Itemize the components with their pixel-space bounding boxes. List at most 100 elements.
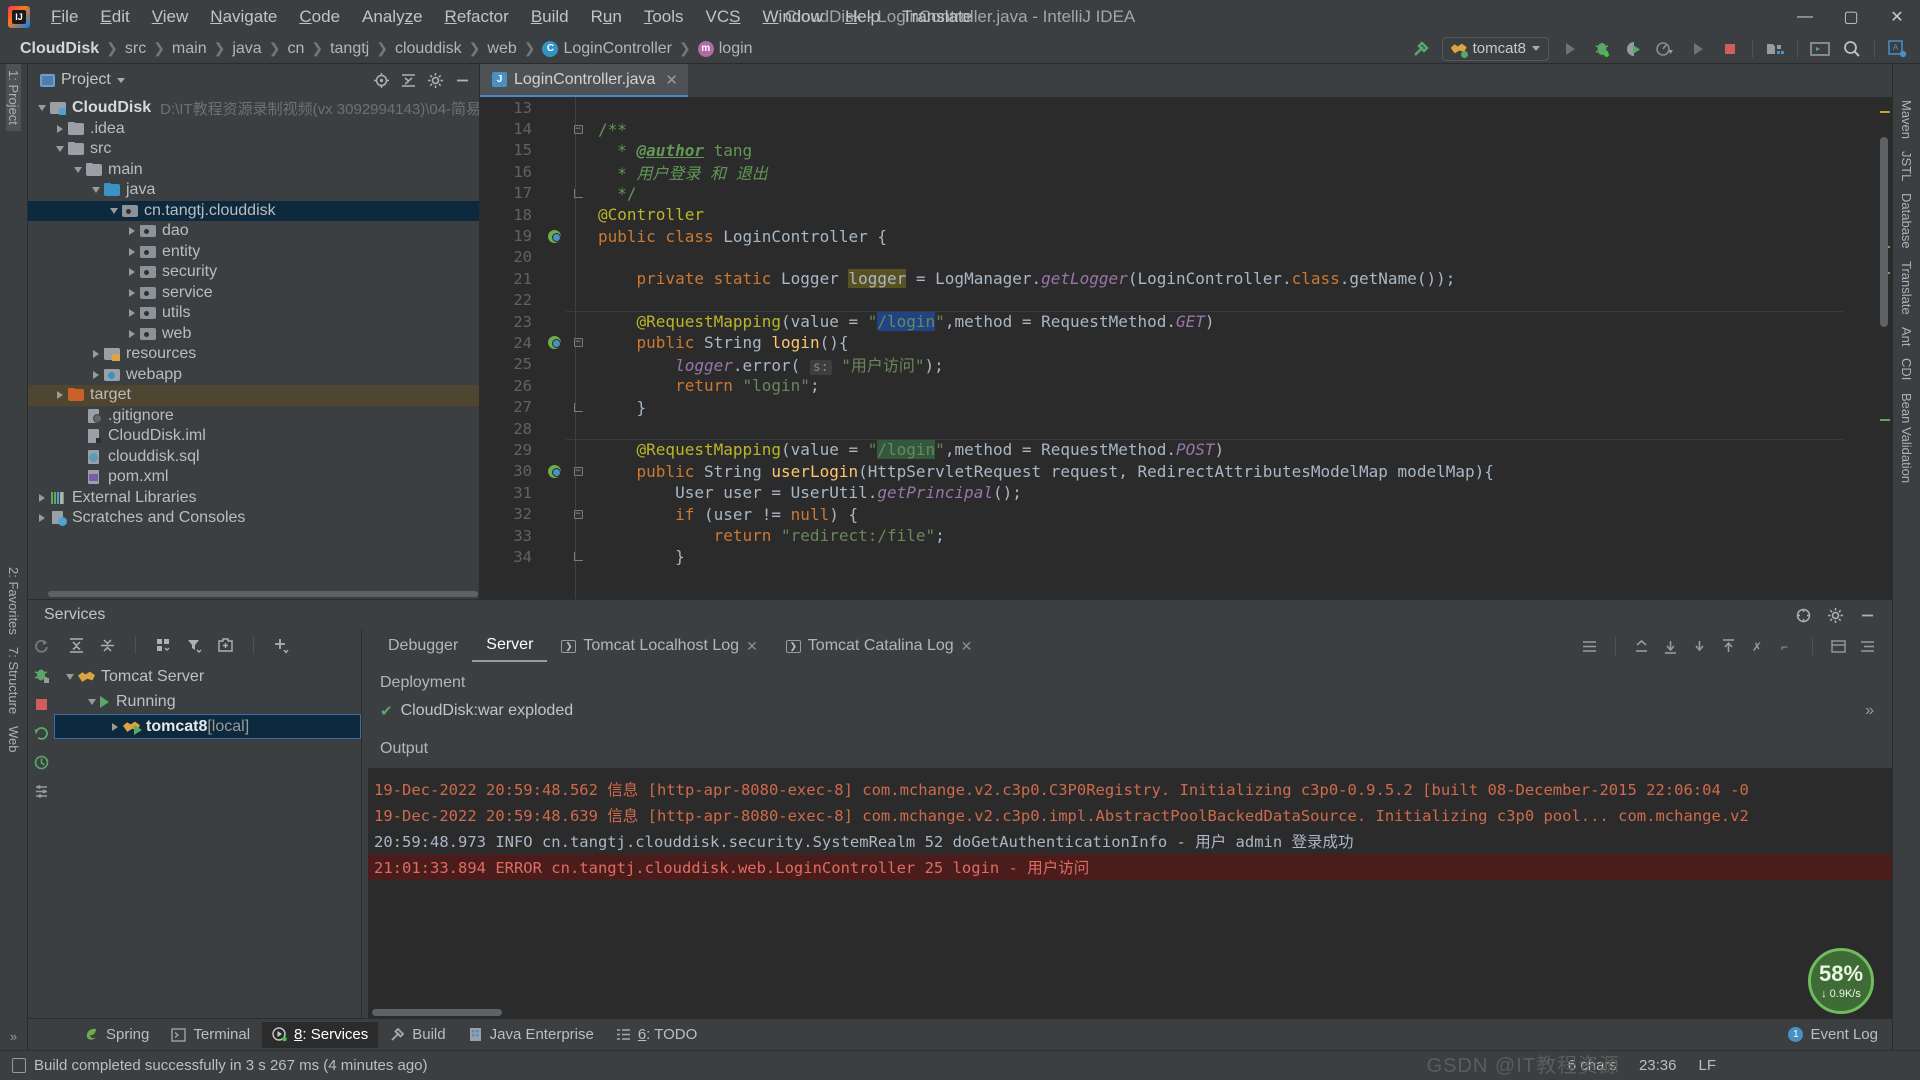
breadcrumb-item-clouddisk[interactable]: clouddisk — [395, 40, 462, 58]
scroll-down-icon[interactable] — [1662, 638, 1679, 655]
close-icon[interactable]: ✕ — [961, 638, 973, 655]
chevron-down-icon[interactable] — [84, 694, 100, 710]
code-fold-icon[interactable]: − — [566, 509, 590, 519]
tree-node-service[interactable]: service — [28, 283, 479, 304]
event-log-group[interactable]: 1 Event Log — [1788, 1026, 1892, 1043]
services-tab-tomcat-catalina-log[interactable]: ❯ Tomcat Catalina Log ✕ — [772, 630, 987, 662]
group-icon[interactable] — [155, 637, 172, 654]
project-hscrollbar[interactable] — [28, 589, 479, 599]
tree-node-utils[interactable]: utils — [28, 303, 479, 324]
menu-item-help[interactable]: Help — [834, 4, 891, 30]
status-line-ending[interactable]: LF — [1698, 1057, 1716, 1074]
code-line-33[interactable]: 33 return "redirect:/file"; — [480, 525, 1868, 546]
chevron-right-icon[interactable] — [52, 121, 68, 137]
clear-icon[interactable]: ⌐ — [1778, 638, 1795, 655]
scroll-to-top-icon[interactable] — [1720, 638, 1737, 655]
close-button[interactable]: ✕ — [1874, 0, 1920, 34]
menu-item-file[interactable]: File — [40, 4, 89, 30]
menu-icon[interactable] — [1581, 639, 1598, 654]
hide-panel-icon[interactable] — [1856, 604, 1878, 626]
search-everywhere-icon[interactable] — [1837, 36, 1867, 62]
breadcrumb-item-tangtj[interactable]: tangtj — [330, 40, 369, 58]
rail-item-web[interactable]: Web — [6, 720, 21, 759]
tree-node-external-libraries[interactable]: External Libraries — [28, 488, 479, 509]
chevron-right-icon[interactable] — [88, 346, 104, 362]
services-tree[interactable]: Tomcat Server Running tomcat8 [local] — [54, 660, 361, 1018]
tree-node-src[interactable]: src — [28, 139, 479, 160]
expand-all-icon[interactable] — [68, 637, 85, 654]
code-line-21[interactable]: 21 private static Logger logger = LogMan… — [480, 268, 1868, 289]
settings-icon[interactable] — [33, 783, 50, 800]
rail-item-jstl[interactable]: JSTL — [1899, 145, 1914, 187]
menu-item-code[interactable]: Code — [288, 4, 351, 30]
warning-marker[interactable] — [1880, 111, 1890, 113]
table-icon[interactable] — [1830, 639, 1847, 654]
spring-bean-gutter-icon[interactable] — [542, 464, 566, 478]
tree-node-target[interactable]: target — [28, 385, 479, 406]
chevron-right-icon[interactable] — [124, 285, 140, 301]
tree-node-webapp[interactable]: webapp — [28, 365, 479, 386]
chevron-right-icon[interactable] — [88, 367, 104, 383]
tree-node--gitignore[interactable]: .gitignore — [28, 406, 479, 427]
tool-window-terminal[interactable]: Terminal — [161, 1022, 260, 1048]
restart-icon[interactable] — [33, 725, 50, 742]
menu-item-run[interactable]: Run — [580, 4, 633, 30]
code-line-28[interactable]: 28 — [480, 418, 1868, 439]
hide-panel-icon[interactable] — [451, 69, 473, 91]
chevron-down-icon[interactable] — [62, 669, 78, 685]
tool-window-8--services[interactable]: 8: Services — [262, 1021, 379, 1048]
hammer-icon[interactable] — [1406, 36, 1436, 62]
console-output[interactable]: 19-Dec-2022 20:59:48.562 信息 [http-apr-80… — [362, 768, 1892, 1018]
tree-node-resources[interactable]: resources — [28, 344, 479, 365]
tree-node-security[interactable]: security — [28, 262, 479, 283]
breadcrumb-item-main[interactable]: main — [172, 40, 207, 58]
code-line-16[interactable]: 16 * 用户登录 和 退出 — [480, 161, 1868, 183]
service-node-tomcat-server[interactable]: Tomcat Server — [54, 664, 361, 689]
breadcrumb-item-clouddisk[interactable]: CloudDisk — [20, 40, 99, 58]
code-line-34[interactable]: 34 } — [480, 546, 1868, 567]
tree-node-java[interactable]: java — [28, 180, 479, 201]
tree-node-dao[interactable]: dao — [28, 221, 479, 242]
profile-icon[interactable] — [1651, 36, 1681, 62]
menu-item-window[interactable]: Window — [752, 4, 834, 30]
code-line-27[interactable]: 27 } — [480, 396, 1868, 417]
tool-window-spring[interactable]: Spring — [74, 1022, 159, 1048]
rail-item-cdi[interactable]: CDI — [1899, 352, 1914, 386]
editor-tab-logincontroller[interactable]: LoginController.java ✕ — [480, 64, 688, 97]
breadcrumb-item-cn[interactable]: cn — [287, 40, 304, 58]
console-line-3[interactable]: 20:59:48.973 INFO cn.tangtj.clouddisk.se… — [362, 828, 1892, 854]
rail-item-project[interactable]: 1: Project — [6, 64, 21, 131]
menu-item-refactor[interactable]: Refactor — [434, 4, 520, 30]
rail-item-translate[interactable]: Translate — [1899, 255, 1914, 321]
collapse-all-icon[interactable] — [397, 69, 419, 91]
rerun-icon[interactable] — [33, 638, 50, 655]
tree-node-main[interactable]: main — [28, 160, 479, 181]
code-line-31[interactable]: 31 User user = UserUtil.getPrincipal(); — [480, 482, 1868, 503]
translate-icon[interactable]: A — [1882, 36, 1912, 62]
code-area[interactable]: 13 14−/** 15 * @author tang 16 * 用户登录 和 退出 1… — [480, 97, 1892, 599]
chevron-down-icon[interactable] — [34, 100, 50, 116]
code-fold-icon[interactable] — [566, 552, 590, 562]
tool-window-java-enterprise[interactable]: Java Enterprise — [458, 1022, 604, 1048]
code-fold-icon[interactable] — [566, 188, 590, 198]
run-configuration-selector[interactable]: tomcat8 — [1441, 36, 1549, 61]
debug-icon[interactable] — [1587, 36, 1617, 62]
terminal-icon[interactable] — [1805, 36, 1835, 62]
scroll-up-icon[interactable] — [1633, 638, 1650, 655]
service-node-running[interactable]: Running — [54, 689, 361, 714]
stop-icon[interactable] — [33, 696, 50, 713]
code-line-20[interactable]: 20 — [480, 247, 1868, 268]
breadcrumb-item-java[interactable]: java — [232, 40, 261, 58]
menu-item-build[interactable]: Build — [520, 4, 580, 30]
menu-item-tools[interactable]: Tools — [633, 4, 695, 30]
chevron-right-icon[interactable] — [124, 223, 140, 239]
spring-bean-gutter-icon[interactable] — [542, 336, 566, 350]
rail-item-maven[interactable]: Maven — [1899, 94, 1914, 145]
menu-item-view[interactable]: View — [141, 4, 200, 30]
editor-scroll-column[interactable] — [1868, 97, 1892, 599]
maximize-button[interactable]: ▢ — [1828, 0, 1874, 34]
tree-node-clouddisk[interactable]: CloudDisk D:\IT教程资源录制视频(vx 3092994143)\04… — [28, 98, 479, 119]
code-line-30[interactable]: 30 − public String userLogin(HttpServletR… — [480, 461, 1868, 482]
run-icon[interactable] — [1555, 36, 1585, 62]
thread-dump-icon[interactable] — [33, 754, 50, 771]
